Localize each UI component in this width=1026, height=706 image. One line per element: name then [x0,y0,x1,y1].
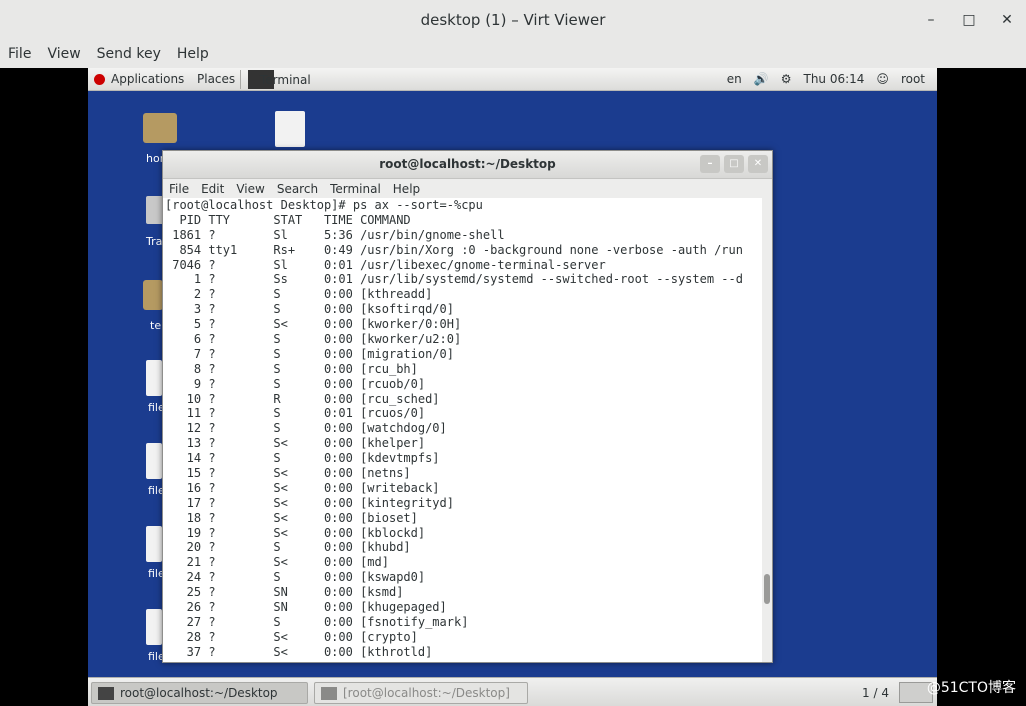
terminal-line: 17 ? S< 0:00 [kintegrityd] [165,495,454,510]
terminal-menu-search[interactable]: Search [277,182,318,196]
terminal-line: 16 ? S< 0:00 [writeback] [165,480,440,495]
user-menu[interactable]: root [901,72,925,86]
topbar-terminal-task[interactable]: Terminal [248,70,311,89]
document-icon-1 [146,360,162,396]
applications-label: Applications [111,72,185,86]
terminal-line: 8 ? S 0:00 [rcu_bh] [165,361,418,376]
terminal-line: 14 ? S 0:00 [kdevtmpfs] [165,451,440,466]
terminal-line: 19 ? S< 0:00 [kblockd] [165,525,426,540]
terminal-line: 37 ? S< 0:00 [kthrotld] [165,644,433,659]
terminal-window-controls: – □ ✕ [696,155,768,173]
window-menubar: File View Send key Help [0,40,1026,68]
terminal-line: 11 ? S 0:01 [rcuos/0] [165,406,426,421]
terminal-line: 24 ? S 0:00 [kswapd0] [165,570,426,585]
workspace-pager-label[interactable]: 1 / 4 [862,686,889,700]
folder-icon [143,113,177,143]
folder-icon-2[interactable] [143,280,163,310]
terminal-line: 7046 ? Sl 0:01 /usr/libexec/gnome-termin… [165,257,606,272]
terminal-title: root@localhost:~/Desktop [379,157,556,171]
terminal-line: 28 ? S< 0:00 [crypto] [165,629,418,644]
command-line: [root@localhost Desktop]# ps ax --sort=-… [165,198,483,212]
gnome-top-bar: Applications Places Terminal en 🔊 ⚙ Thu … [88,68,937,91]
gnome-bottom-bar: root@localhost:~/Desktop [root@localhost… [88,677,937,706]
network-icon[interactable]: ⚙ [781,72,792,86]
terminal-line: 21 ? S< 0:00 [md] [165,555,389,570]
window-controls: – □ ✕ [912,0,1026,40]
file-icon-2[interactable] [146,443,162,479]
places-menu[interactable]: Places [197,72,235,86]
file-icon-3[interactable] [146,526,162,562]
home-folder-icon[interactable] [143,113,177,143]
folder-shape-icon [143,280,163,310]
applications-menu[interactable]: Applications [94,72,184,86]
window-titlebar: desktop (1) – Virt Viewer – □ ✕ [0,0,1026,40]
clock[interactable]: Thu 06:14 [803,72,864,86]
terminal-scrollbar[interactable] [762,198,772,662]
terminal-minimize-button[interactable]: – [700,155,720,173]
terminal-line: 6 ? S 0:00 [kworker/u2:0] [165,332,462,347]
terminal-line: 7 ? S 0:00 [migration/0] [165,346,454,361]
terminal-line: 1861 ? Sl 5:36 /usr/bin/gnome-shell [165,227,505,242]
terminal-line: 5 ? S< 0:00 [kworker/0:0H] [165,317,462,332]
topbar-terminal-label: Terminal [260,72,311,87]
terminal-line: 27 ? S 0:00 [fsnotify_mark] [165,614,469,629]
menu-help[interactable]: Help [177,46,209,62]
menu-send-key[interactable]: Send key [97,46,161,62]
language-indicator[interactable]: en [727,72,742,86]
terminal-line: 9 ? S 0:00 [rcuob/0] [165,376,426,391]
terminal-line: 26 ? SN 0:00 [khugepaged] [165,600,447,615]
terminal-window[interactable]: root@localhost:~/Desktop – □ ✕ File Edit… [162,150,773,663]
terminal-line: 3 ? S 0:00 [ksoftirqd/0] [165,302,454,317]
terminal-maximize-button[interactable]: □ [724,155,744,173]
file-icon-4[interactable] [146,609,162,645]
terminal-line: 12 ? S 0:00 [watchdog/0] [165,421,447,436]
terminal-output[interactable]: [root@localhost Desktop]# ps ax --sort=-… [163,198,761,662]
file-icon-1[interactable] [146,360,162,396]
terminal-line: 15 ? S< 0:00 [netns] [165,466,411,481]
maximize-button[interactable]: □ [950,0,988,40]
terminal-menu-edit[interactable]: Edit [201,182,224,196]
trash-label: Tra [146,235,163,248]
watermark: @51CTO博客 [926,680,1016,696]
taskbar-item-terminal-inactive[interactable]: [root@localhost:~/Desktop] [314,682,528,704]
terminal-line: 18 ? S< 0:00 [bioset] [165,510,418,525]
terminal-line: 854 tty1 Rs+ 0:49 /usr/bin/Xorg :0 -back… [165,242,743,257]
terminal-line: 10 ? R 0:00 [rcu_sched] [165,391,440,406]
volume-icon[interactable]: 🔊 [754,72,769,86]
terminal-line: 1 ? Ss 0:01 /usr/lib/systemd/systemd --s… [165,272,743,287]
topbar-divider [240,70,241,89]
window-title: desktop (1) – Virt Viewer [420,11,606,29]
terminal-menu-file[interactable]: File [169,182,189,196]
taskbar-item-label: [root@localhost:~/Desktop] [343,686,510,700]
terminal-icon [321,686,337,700]
menu-file[interactable]: File [8,46,31,62]
taskbar-item-terminal-active[interactable]: root@localhost:~/Desktop [91,682,308,704]
terminal-line: PID TTY STAT TIME COMMAND [165,212,411,227]
taskbar-item-label: root@localhost:~/Desktop [120,686,278,700]
file-icon[interactable] [275,111,305,147]
terminal-line: 13 ? S< 0:00 [khelper] [165,436,426,451]
terminal-scrollbar-thumb[interactable] [764,574,770,604]
terminal-menu-help[interactable]: Help [393,182,420,196]
user-icon: ☺ [876,72,889,86]
terminal-line: 25 ? SN 0:00 [ksmd] [165,585,404,600]
document-icon-3 [146,526,162,562]
terminal-close-button[interactable]: ✕ [748,155,768,173]
terminal-line: 20 ? S 0:00 [khubd] [165,540,411,555]
folder-label: te [150,319,162,332]
terminal-menubar: File Edit View Search Terminal Help [163,179,772,198]
document-icon [275,111,305,147]
terminal-menu-terminal[interactable]: Terminal [330,182,381,196]
minimize-button[interactable]: – [912,0,950,40]
terminal-titlebar[interactable]: root@localhost:~/Desktop – □ ✕ [163,151,772,179]
terminal-menu-view[interactable]: View [236,182,264,196]
redhat-logo-icon [94,73,105,85]
menu-view[interactable]: View [47,46,80,62]
document-icon-2 [146,443,162,479]
close-button[interactable]: ✕ [988,0,1026,40]
terminal-icon [98,686,114,700]
document-icon-4 [146,609,162,645]
terminal-line: 2 ? S 0:00 [kthreadd] [165,287,433,302]
topbar-status-area: en 🔊 ⚙ Thu 06:14 ☺ root [715,72,925,86]
